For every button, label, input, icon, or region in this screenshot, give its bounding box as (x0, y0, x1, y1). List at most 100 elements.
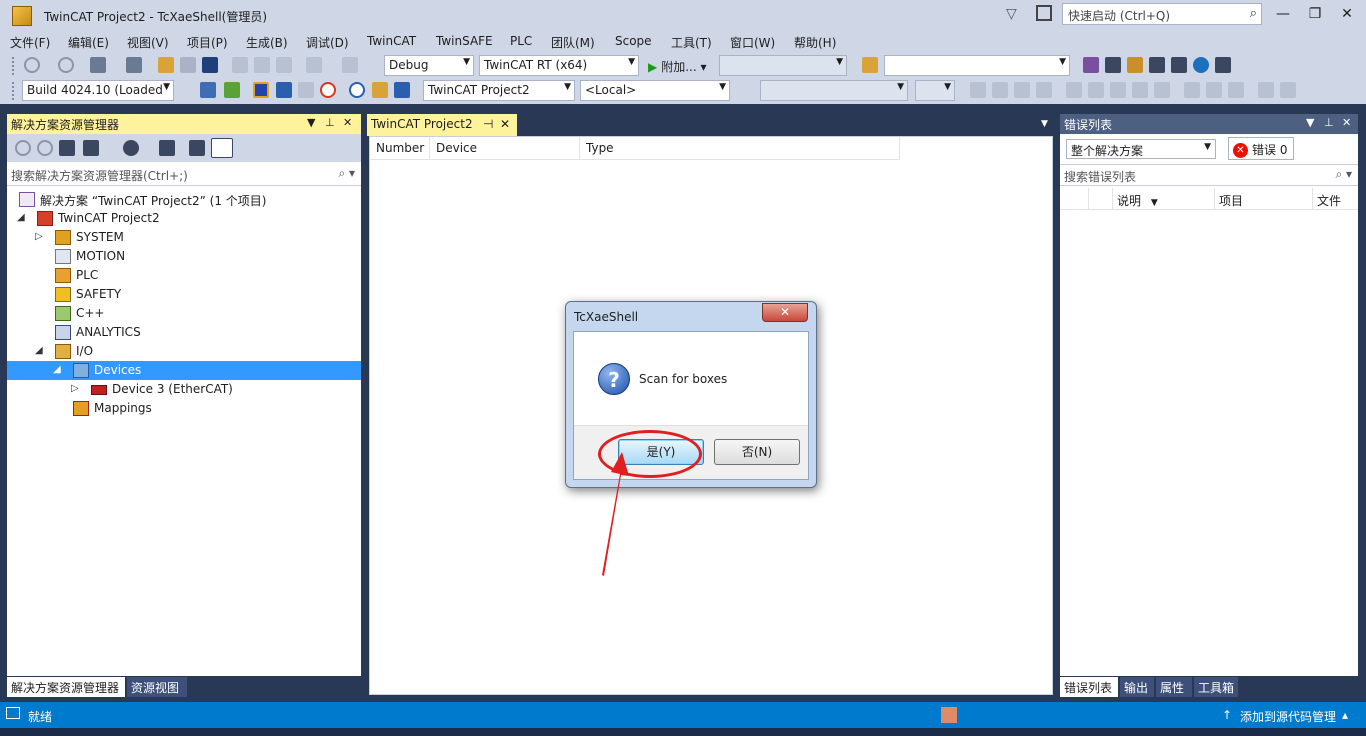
command-window-icon[interactable] (1215, 57, 1231, 73)
unforce-values-icon[interactable] (1206, 82, 1222, 98)
back-icon[interactable] (15, 140, 31, 156)
tree-item-io[interactable]: ◢ I/O (7, 342, 361, 361)
dialog-close-button[interactable]: ✕ (762, 303, 808, 322)
plc-project-select[interactable]: TwinCAT Project2 ▼ (423, 80, 575, 101)
tab-twincat-project2[interactable]: TwinCAT Project2 ⊣ ✕ (367, 114, 517, 136)
cut-icon[interactable] (232, 57, 248, 73)
autoscroll-icon[interactable] (394, 82, 410, 98)
switch-views-icon[interactable] (83, 140, 99, 156)
show-sub-items-icon[interactable] (372, 82, 388, 98)
solution-explorer-search-input[interactable]: 搜索解决方案资源管理器(Ctrl+;) ⌕ ▾ (7, 164, 361, 186)
menu-debug[interactable]: 调试(D) (306, 34, 349, 51)
menu-file[interactable]: 文件(F) (10, 34, 50, 51)
debug-target-select[interactable]: ▼ (719, 55, 847, 76)
tree-item-plc[interactable]: PLC (7, 266, 361, 285)
redo-forcing-icon[interactable] (1280, 82, 1296, 98)
add-item-icon[interactable] (126, 57, 142, 73)
target-system-select[interactable]: <Local> ▼ (580, 80, 730, 101)
run-to-cursor-icon[interactable] (1132, 82, 1148, 98)
start-page-icon[interactable] (1193, 57, 1209, 73)
expanded-arrow-icon[interactable]: ◢ (53, 364, 61, 375)
properties-wrench-icon[interactable] (1105, 57, 1121, 73)
notification-filter-icon[interactable]: ▽ (1006, 6, 1017, 22)
notification-icon[interactable] (941, 707, 957, 723)
collapse-all-icon[interactable] (159, 140, 175, 156)
minimize-button[interactable]: — (1268, 4, 1298, 24)
menu-tools[interactable]: 工具(T) (671, 34, 712, 51)
force-values-icon[interactable] (1184, 82, 1200, 98)
error-list-search-input[interactable]: 搜索错误列表 ⌕ ▾ (1060, 164, 1358, 186)
toolbox-icon[interactable] (1127, 57, 1143, 73)
menu-help[interactable]: 帮助(H) (794, 34, 836, 51)
restart-run-mode-icon[interactable] (224, 82, 240, 98)
copy-icon[interactable] (254, 57, 270, 73)
column-file[interactable]: 文件 (1312, 188, 1358, 210)
tab-overflow-icon[interactable]: ▼ (1041, 119, 1048, 129)
expanded-arrow-icon[interactable]: ◢ (17, 212, 25, 223)
tree-item-system[interactable]: ▷ SYSTEM (7, 228, 361, 247)
tree-item-project[interactable]: ◢ TwinCAT Project2 (7, 209, 361, 228)
tree-item-motion[interactable]: MOTION (7, 247, 361, 266)
tree-item-analytics[interactable]: ANALYTICS (7, 323, 361, 342)
source-control-dropdown-icon[interactable]: ▴ (1342, 708, 1348, 722)
menu-team[interactable]: 团队(M) (551, 34, 595, 51)
dropdown-icon[interactable]: ▼ (307, 116, 315, 129)
tree-item-safety[interactable]: SAFETY (7, 285, 361, 304)
show-online-data-icon[interactable] (349, 82, 365, 98)
pin-icon[interactable]: ⊣ (483, 117, 493, 131)
menu-twincat[interactable]: TwinCAT (367, 34, 416, 48)
column-project[interactable]: 项目 (1214, 188, 1312, 210)
pin-icon[interactable]: ⊥ (325, 116, 335, 129)
collapsed-arrow-icon[interactable]: ▷ (71, 383, 79, 394)
toggle-free-run-icon[interactable] (320, 82, 336, 98)
column-code[interactable] (1088, 188, 1112, 210)
back-icon[interactable] (24, 57, 40, 73)
menu-build[interactable]: 生成(B) (246, 34, 288, 51)
activate-configuration-icon[interactable] (200, 82, 216, 98)
start-plc-icon[interactable] (992, 82, 1008, 98)
home-icon[interactable] (59, 140, 75, 156)
restart-config-mode-icon[interactable] (253, 82, 269, 98)
reset-icon[interactable] (1154, 82, 1170, 98)
team-explorer-icon[interactable] (1171, 57, 1187, 73)
dropdown-icon[interactable]: ▼ (1306, 116, 1314, 129)
step-into-icon[interactable] (1066, 82, 1082, 98)
solution-explorer-icon[interactable] (1083, 57, 1099, 73)
forward-icon[interactable] (58, 57, 74, 73)
solution-platform-select[interactable]: TwinCAT RT (x64) ▼ (479, 55, 639, 76)
find-in-files-icon[interactable] (862, 57, 878, 73)
start-attach-button[interactable]: ▶ 附加... ▾ (648, 58, 707, 75)
write-values-icon[interactable] (1228, 82, 1244, 98)
menu-scope[interactable]: Scope (615, 34, 652, 48)
tree-item-device-3[interactable]: ▷ Device 3 (EtherCAT) (7, 380, 361, 399)
pin-icon[interactable]: ⊥ (1324, 116, 1334, 129)
briefcase-icon[interactable] (1149, 57, 1165, 73)
tree-item-devices[interactable]: ◢ Devices (7, 361, 361, 380)
menu-view[interactable]: 视图(V) (127, 34, 169, 51)
menu-project[interactable]: 项目(P) (187, 34, 228, 51)
step-out-icon[interactable] (1110, 82, 1126, 98)
tab-error-list[interactable]: 错误列表 (1060, 677, 1118, 697)
scan-wand-icon[interactable] (298, 82, 314, 98)
stop-plc-icon[interactable] (1014, 82, 1030, 98)
quick-launch-input[interactable]: 快速启动 (Ctrl+Q) ⌕ (1062, 3, 1262, 25)
open-folder-icon[interactable] (158, 57, 174, 73)
pending-changes-filter-icon[interactable] (123, 140, 139, 156)
login-icon[interactable] (970, 82, 986, 98)
plc-instance-select[interactable]: ▼ (760, 80, 908, 101)
close-window-button[interactable]: ✕ (1332, 4, 1362, 24)
reload-devices-icon[interactable] (276, 82, 292, 98)
undo-icon[interactable] (306, 57, 322, 73)
close-icon[interactable]: ✕ (1342, 116, 1351, 129)
save-icon[interactable] (180, 57, 196, 73)
toolbar-grip[interactable] (12, 82, 16, 100)
preview-selected-items-icon[interactable] (211, 138, 233, 158)
close-icon[interactable]: ✕ (343, 116, 352, 129)
task-select[interactable]: ▼ (915, 80, 955, 101)
errors-filter-button[interactable]: ✕ 错误 0 (1228, 137, 1294, 160)
column-type[interactable]: Type (580, 137, 900, 160)
menu-window[interactable]: 窗口(W) (730, 34, 775, 51)
menu-twinsafe[interactable]: TwinSAFE (436, 34, 493, 48)
properties-wrench-icon[interactable] (189, 140, 205, 156)
tree-item-solution[interactable]: 解决方案 “TwinCAT Project2” (1 个项目) (7, 190, 361, 209)
